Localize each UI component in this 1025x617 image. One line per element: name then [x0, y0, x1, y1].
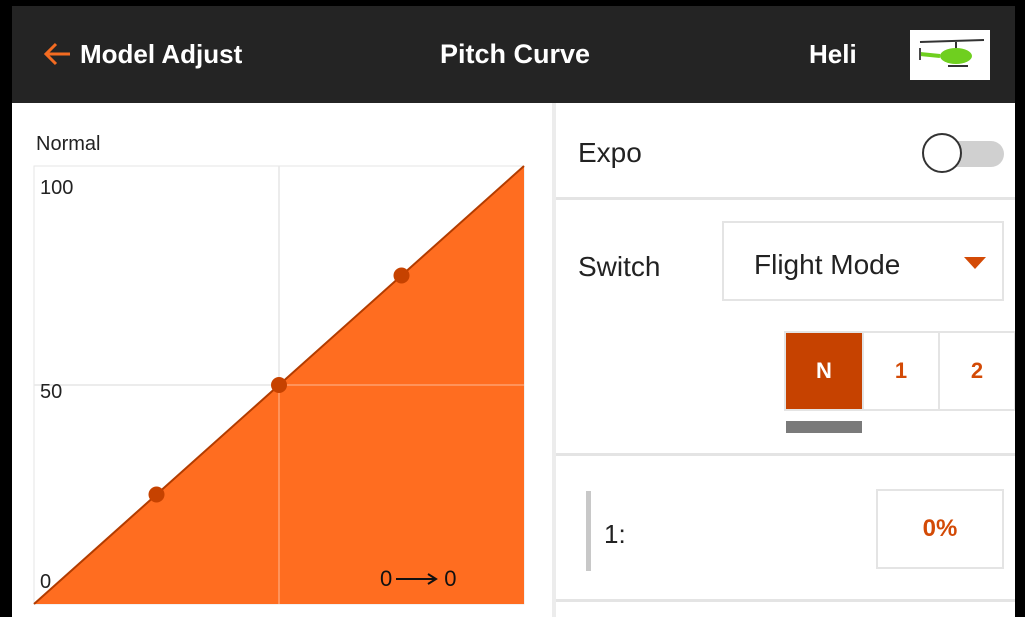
switch-select-value: Flight Mode — [754, 249, 901, 280]
back-button[interactable]: Model Adjust — [40, 34, 242, 74]
y-tick-label: 0 — [40, 571, 52, 593]
curve-graph-panel[interactable]: Normal 100 50 0 0 0 — [12, 103, 552, 617]
y-tick-label: 50 — [40, 381, 63, 403]
flight-mode-1-button[interactable]: 1 — [862, 333, 938, 409]
input-output-readout: 0 0 — [380, 566, 457, 592]
row-divider — [556, 453, 1015, 456]
expo-label: Expo — [578, 137, 642, 168]
back-label: Model Adjust — [80, 38, 243, 69]
curve-control-point — [148, 486, 165, 503]
settings-panel: Expo Switch Flight Mode N 1 2 1: 0% — [556, 103, 1015, 617]
point-label: 1: — [604, 519, 626, 549]
row-divider — [556, 599, 1015, 602]
triangle-down-icon — [964, 257, 986, 269]
flight-mode-selector: N 1 2 — [784, 331, 1015, 411]
curve-control-point — [393, 267, 410, 284]
row-divider — [556, 197, 1015, 200]
y-tick-label: 100 — [40, 177, 74, 199]
helicopter-thumbnail-icon[interactable] — [910, 30, 990, 80]
switch-label: Switch — [578, 251, 661, 282]
toggle-knob — [922, 133, 962, 173]
curve-control-point — [271, 377, 287, 393]
io-output-value: 0 — [444, 566, 457, 591]
expo-toggle[interactable] — [922, 133, 1004, 173]
io-input-value: 0 — [380, 566, 393, 591]
point-marker-bar — [586, 491, 591, 571]
page-title: Pitch Curve — [440, 39, 591, 69]
point-value-field[interactable]: 0% — [876, 489, 1004, 569]
active-mode-indicator — [786, 421, 862, 433]
flight-mode-n-button[interactable]: N — [786, 333, 862, 409]
curve-name-label: Normal — [36, 133, 101, 155]
app-frame: Model Adjust Pitch Curve Heli Normal 100… — [12, 6, 1015, 617]
flight-mode-2-button[interactable]: 2 — [938, 333, 1014, 409]
arrow-left-icon — [43, 42, 70, 66]
switch-select[interactable]: Flight Mode — [722, 221, 1004, 301]
model-name: Heli — [809, 39, 857, 69]
header-bar: Model Adjust Pitch Curve Heli — [12, 6, 1015, 103]
arrow-right-icon — [396, 573, 439, 585]
pitch-curve-chart[interactable] — [12, 103, 552, 617]
